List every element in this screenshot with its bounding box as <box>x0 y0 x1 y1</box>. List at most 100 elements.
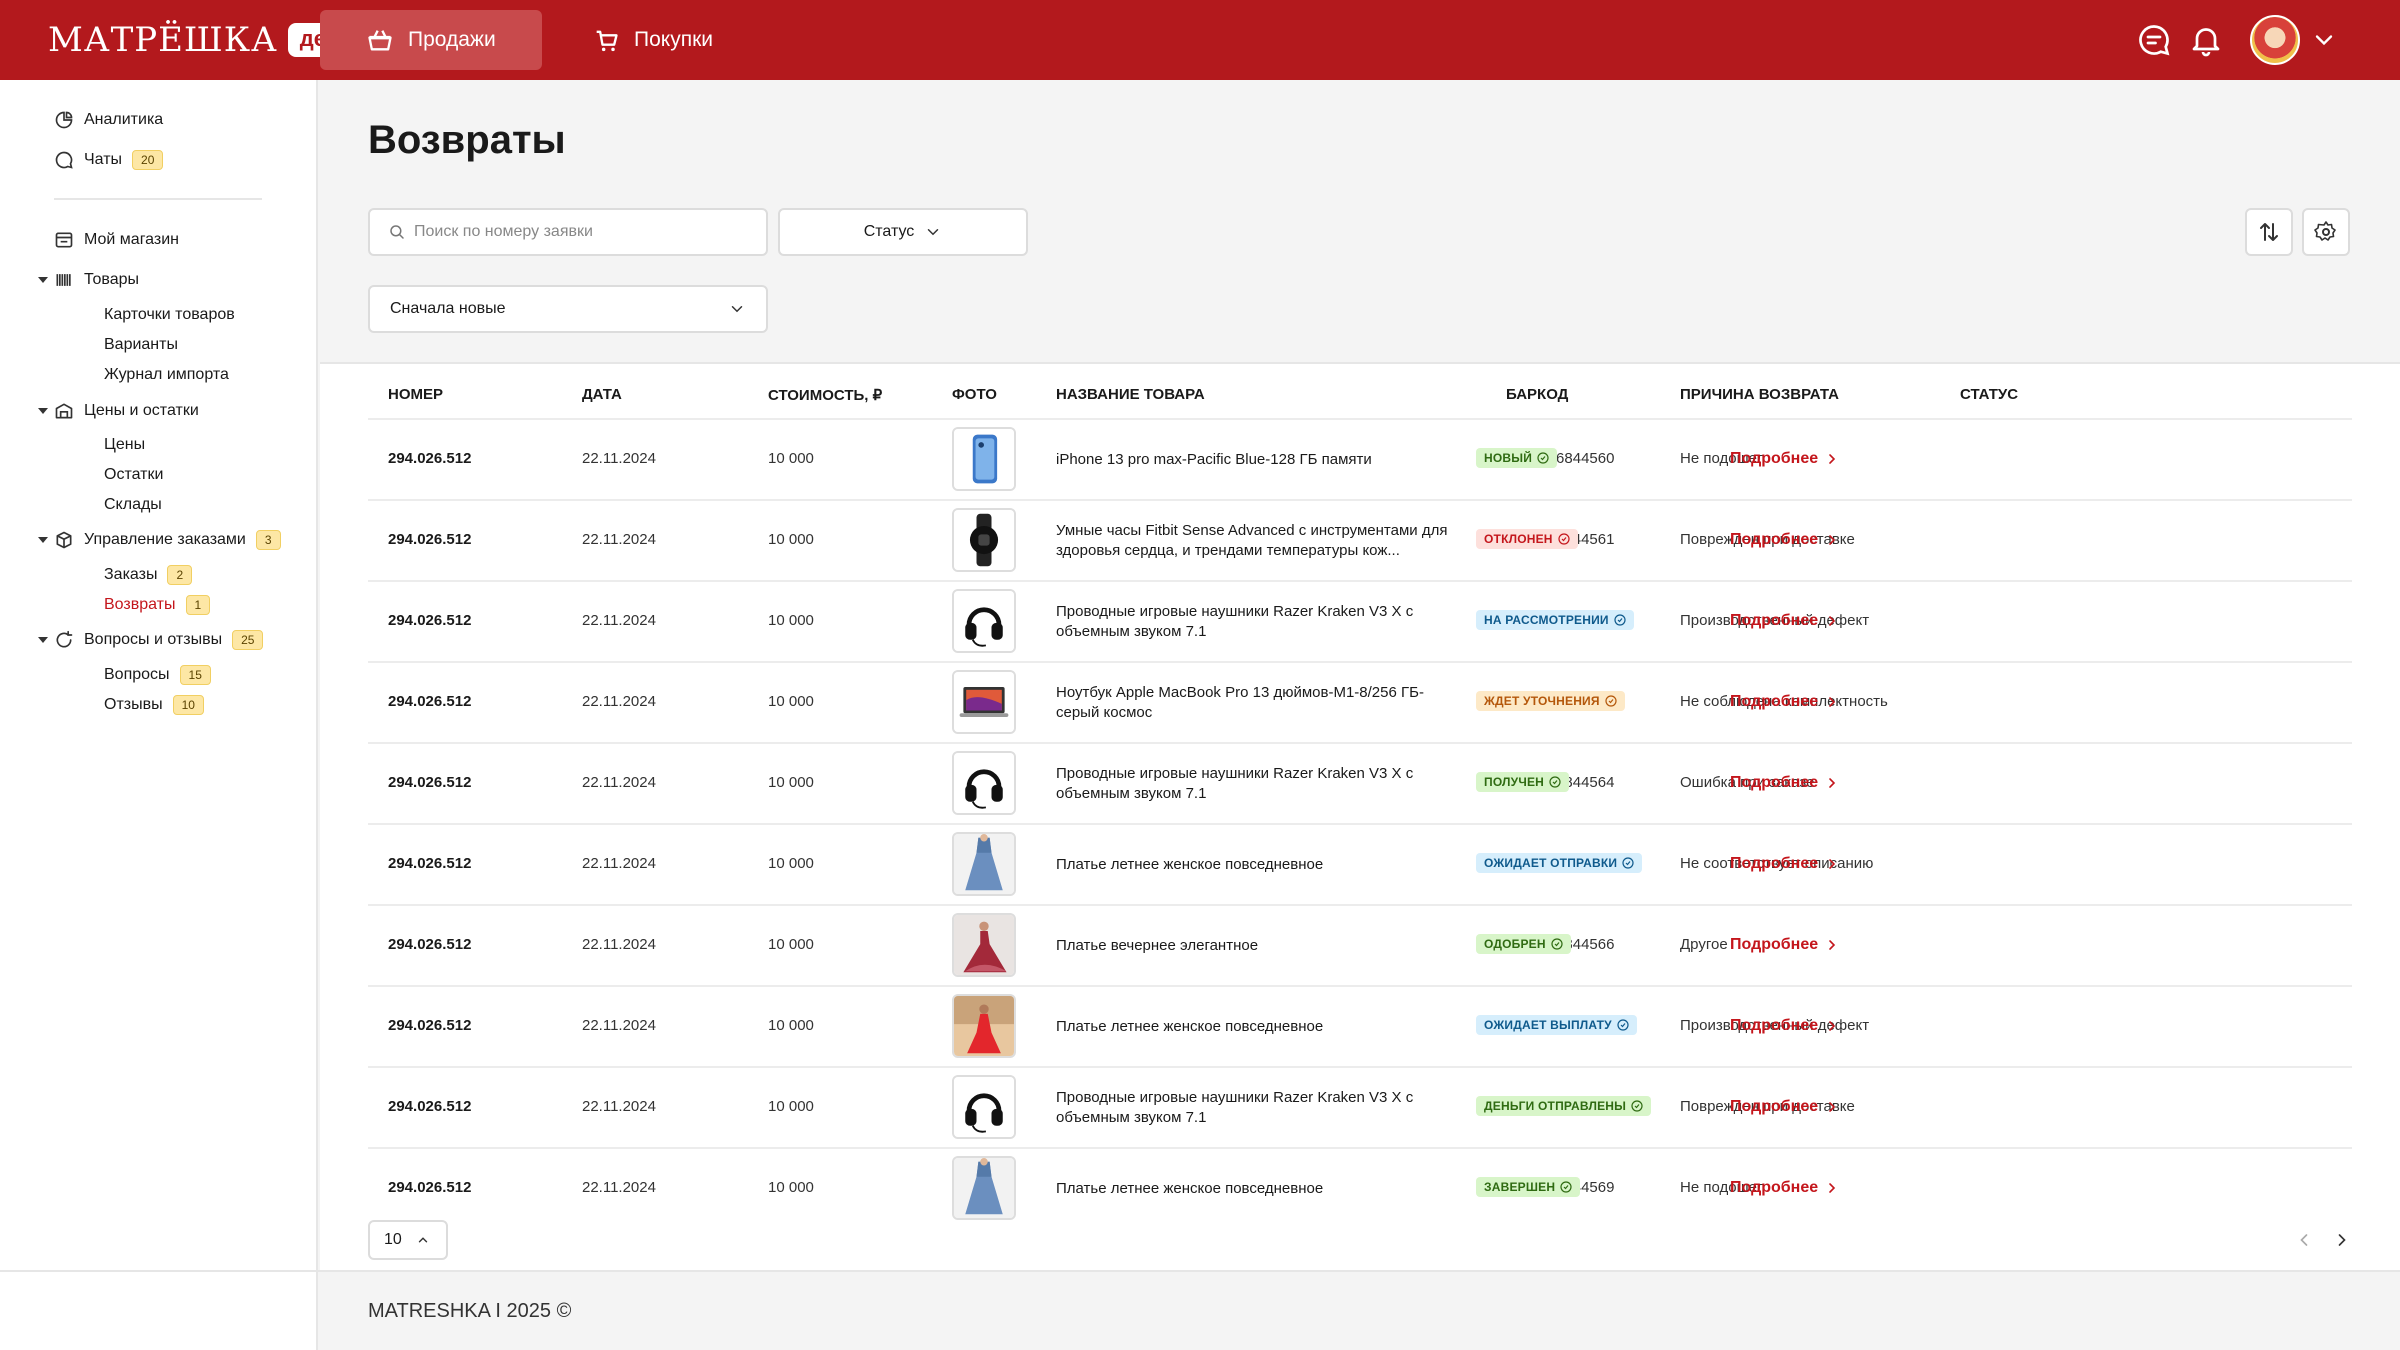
details-link[interactable]: Подробнее <box>1730 450 1838 468</box>
table-row[interactable]: 294.026.512 22.11.2024 10 000 Платье летнее… <box>368 985 2352 1066</box>
search-input[interactable] <box>414 223 744 241</box>
details-link[interactable]: Подробнее <box>1730 936 1838 954</box>
sidebar-item-prices-list[interactable]: Цены <box>104 436 145 454</box>
details-link-label: Подробнее <box>1730 693 1819 710</box>
status-icon <box>1617 1019 1629 1031</box>
column-header[interactable]: СТАТУС <box>1960 386 2018 403</box>
details-link[interactable]: Подробнее <box>1730 531 1838 549</box>
sidebar-item-goods[interactable]: Товары <box>54 270 139 290</box>
sidebar-item-label: Чаты <box>84 151 123 168</box>
pie-chart-icon <box>55 111 73 129</box>
sidebar-item-questions[interactable]: Вопросы 15 <box>104 665 211 685</box>
sidebar-item-orders[interactable]: Управление заказами 3 <box>54 530 281 550</box>
return-number: 294.026.512 <box>388 1017 472 1034</box>
product-photo[interactable] <box>952 427 1016 491</box>
product-photo[interactable] <box>952 832 1016 896</box>
caret-down-icon[interactable] <box>38 277 48 283</box>
settings-button[interactable] <box>2302 208 2350 256</box>
sidebar-item-import-log[interactable]: Журнал импорта <box>104 366 229 384</box>
product-photo[interactable] <box>952 508 1016 572</box>
product-photo[interactable] <box>952 1156 1016 1220</box>
chevron-down-icon[interactable] <box>2310 26 2338 54</box>
product-photo[interactable] <box>952 1075 1016 1139</box>
sidebar-item-stock[interactable]: Остатки <box>104 466 163 484</box>
product-photo[interactable] <box>952 913 1016 977</box>
chevron-right-icon <box>1829 697 1836 707</box>
tab-purchases[interactable]: Покупки <box>564 10 741 70</box>
prev-page-icon[interactable] <box>2294 1230 2314 1250</box>
barcode-icon <box>56 274 71 286</box>
column-header[interactable]: СТОИМОСТЬ, ₽ <box>768 386 882 404</box>
table-row[interactable]: 294.026.512 22.11.2024 10 000 Платье вечерн… <box>368 904 2352 985</box>
returns-table: НОМЕР ДАТА СТОИМОСТЬ, ₽ ФОТО НАЗВАНИЕ ТО… <box>320 362 2400 1270</box>
table-row[interactable]: 294.026.512 22.11.2024 10 000 Ноутбук Apple… <box>368 661 2352 742</box>
table-row[interactable]: 294.026.512 22.11.2024 10 000 Проводные игр… <box>368 1066 2352 1147</box>
footer-sidebar-area <box>0 1272 318 1350</box>
caret-down-icon[interactable] <box>38 408 48 414</box>
logo[interactable]: МАТРЁШКА дело <box>48 20 366 60</box>
return-date: 22.11.2024 <box>582 450 656 467</box>
sidebar-item-label: Аналитика <box>84 111 164 128</box>
sidebar-item-prices[interactable]: Цены и остатки <box>54 401 199 421</box>
caret-down-icon[interactable] <box>38 537 48 543</box>
sidebar-item-qa[interactable]: Вопросы и отзывы 25 <box>54 630 264 650</box>
column-header[interactable]: НОМЕР <box>388 386 443 403</box>
sidebar-item-variants[interactable]: Варианты <box>104 336 178 354</box>
return-number: 294.026.512 <box>388 531 472 548</box>
column-header[interactable]: НАЗВАНИЕ ТОВАРА <box>1056 386 1205 403</box>
status-filter-label: Статус <box>863 223 915 240</box>
caret-down-icon[interactable] <box>38 637 48 643</box>
sidebar-item-analytics[interactable]: Аналитика <box>54 110 163 130</box>
sort-toggle-button[interactable] <box>2245 208 2293 256</box>
details-link[interactable]: Подробнее <box>1730 1098 1838 1116</box>
sidebar-item-my-store[interactable]: Мой магазин <box>54 230 179 250</box>
status-filter[interactable]: Статус <box>778 208 1028 256</box>
chevron-right-icon <box>1829 1021 1836 1031</box>
details-link-label: Подробнее <box>1730 1179 1819 1196</box>
column-header[interactable]: ДАТА <box>582 386 622 403</box>
details-link[interactable]: Подробнее <box>1730 774 1838 792</box>
bell-icon[interactable] <box>2188 22 2224 58</box>
sidebar-item-warehouses[interactable]: Склады <box>104 496 162 514</box>
sidebar-item-orders-list[interactable]: Заказы 2 <box>104 565 193 585</box>
details-link-label: Подробнее <box>1730 774 1819 791</box>
table-row[interactable]: 294.026.512 22.11.2024 10 000 Платье летнее… <box>368 823 2352 904</box>
store-icon <box>55 232 73 248</box>
details-link[interactable]: Подробнее <box>1730 693 1838 711</box>
table-row[interactable]: 294.026.512 22.11.2024 10 000 iPhone 13 pro… <box>368 418 2352 499</box>
status-icon <box>1614 614 1626 626</box>
product-photo[interactable] <box>952 994 1016 1058</box>
return-number: 294.026.512 <box>388 1098 472 1115</box>
table-row[interactable]: 294.026.512 22.11.2024 10 000 Проводные игр… <box>368 580 2352 661</box>
details-link[interactable]: Подробнее <box>1730 1179 1838 1197</box>
details-link[interactable]: Подробнее <box>1730 855 1838 873</box>
status-badge: НА РАССМОТРЕНИИ <box>1476 610 1634 630</box>
details-link-label: Подробнее <box>1730 936 1819 953</box>
next-page-icon[interactable] <box>2332 1230 2352 1250</box>
details-link-label: Подробнее <box>1730 1017 1819 1034</box>
page-size-select[interactable]: 10 <box>368 1220 448 1260</box>
sidebar-item-chats[interactable]: Чаты 20 <box>54 150 164 170</box>
table-row[interactable]: 294.026.512 22.11.2024 10 000 Платье летнее… <box>368 1147 2352 1228</box>
return-date: 22.11.2024 <box>582 1098 656 1115</box>
column-header[interactable]: ПРИЧИНА ВОЗВРАТА <box>1680 386 1839 403</box>
avatar[interactable] <box>2250 15 2300 65</box>
product-photo[interactable] <box>952 589 1016 653</box>
search-box[interactable] <box>368 208 768 256</box>
tab-sales[interactable]: Продажи <box>320 10 542 70</box>
details-link[interactable]: Подробнее <box>1730 1017 1838 1035</box>
table-row[interactable]: 294.026.512 22.11.2024 10 000 Умные часы Fi… <box>368 499 2352 580</box>
details-link[interactable]: Подробнее <box>1730 612 1838 630</box>
status-badge: ДЕНЬГИ ОТПРАВЛЕНЫ <box>1476 1096 1652 1116</box>
sort-select[interactable]: Сначала новые <box>368 285 768 333</box>
product-photo[interactable] <box>952 670 1016 734</box>
sidebar-item-reviews[interactable]: Отзывы 10 <box>104 695 204 715</box>
sidebar-item-cards[interactable]: Карточки товаров <box>104 306 235 324</box>
status-badge: ОЖИДАЕТ ОТПРАВКИ <box>1476 853 1643 873</box>
table-row[interactable]: 294.026.512 22.11.2024 10 000 Проводные игр… <box>368 742 2352 823</box>
column-header[interactable]: БАРКОД <box>1506 386 1568 403</box>
product-photo[interactable] <box>952 751 1016 815</box>
chat-icon[interactable] <box>2136 22 2172 58</box>
sidebar-item-returns[interactable]: Возвраты 1 <box>104 595 211 615</box>
return-number: 294.026.512 <box>388 855 472 872</box>
